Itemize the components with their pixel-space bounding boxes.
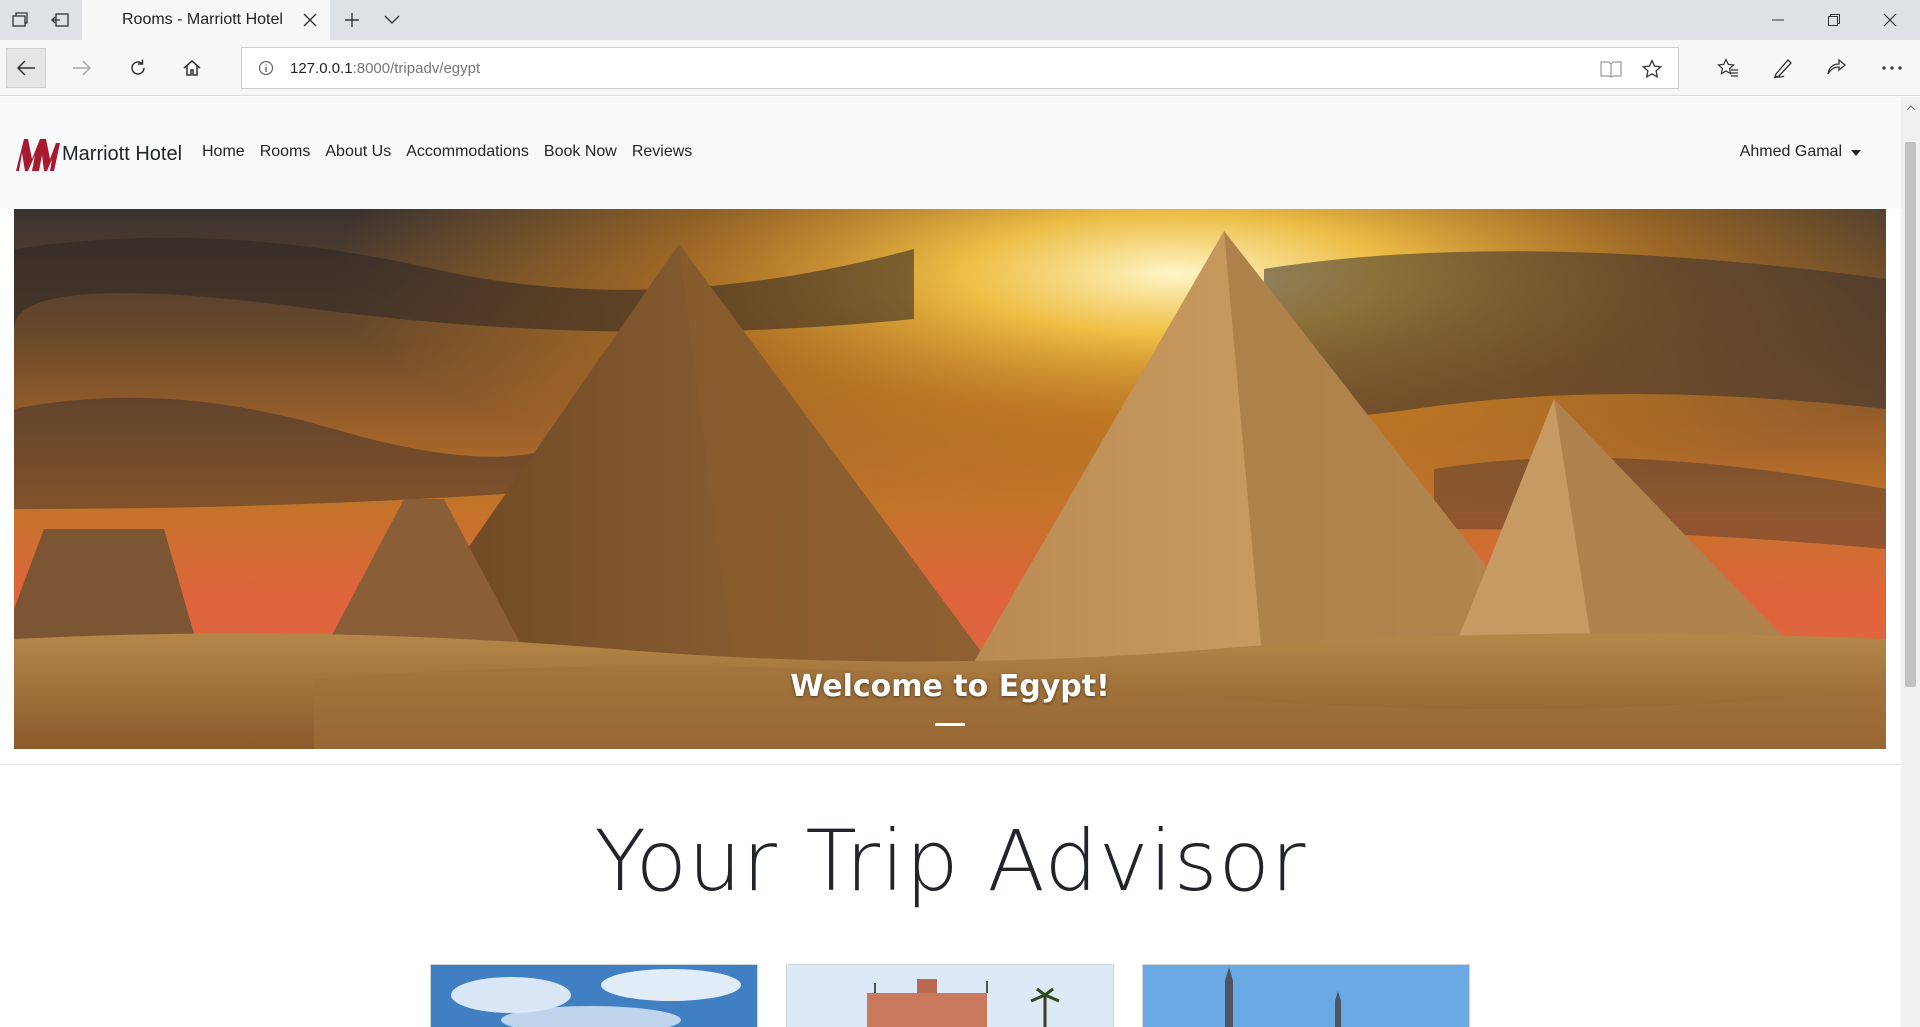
more-options-icon[interactable]	[1876, 52, 1908, 84]
nav-home[interactable]: Home	[202, 143, 245, 161]
main-menu: Home Rooms About Us Accommodations Book …	[202, 143, 707, 161]
trip-card-image	[1143, 965, 1469, 1027]
tab-set-aside-icon[interactable]	[8, 8, 32, 32]
active-tab[interactable]: Rooms - Marriott Hotel	[82, 0, 330, 40]
pyramids-image	[14, 209, 1886, 749]
trip-card-image	[431, 965, 757, 1027]
site-navbar: Marriott Hotel Home Rooms About Us Accom…	[0, 97, 1901, 209]
url-host: 127.0.0.1	[290, 60, 353, 77]
browser-toolbar: 127.0.0.1:8000/tripadv/egypt	[0, 40, 1920, 96]
hero-carousel[interactable]: Welcome to Egypt!	[14, 209, 1886, 749]
page-viewport: Marriott Hotel Home Rooms About Us Accom…	[0, 97, 1901, 1027]
brand-link[interactable]: Marriott Hotel	[14, 134, 182, 174]
favorites-icon[interactable]	[1712, 52, 1744, 84]
site-info-icon[interactable]	[256, 58, 276, 78]
close-window-icon[interactable]	[1862, 0, 1918, 40]
reading-view-icon[interactable]	[1599, 57, 1623, 81]
nav-about-us[interactable]: About Us	[325, 143, 391, 161]
trip-card-2[interactable]	[786, 964, 1114, 1027]
refresh-icon[interactable]	[118, 48, 158, 88]
favorite-star-icon[interactable]	[1640, 57, 1664, 81]
minimize-icon[interactable]	[1750, 0, 1806, 40]
home-icon[interactable]	[172, 48, 212, 88]
scroll-up-arrow-icon[interactable]	[1905, 103, 1916, 113]
marriott-logo-icon	[16, 139, 60, 171]
caret-down-icon	[1851, 150, 1861, 156]
trip-card-image	[787, 965, 1113, 1027]
trip-card-1[interactable]	[430, 964, 758, 1027]
restore-icon[interactable]	[1806, 0, 1862, 40]
tabs-aside-icon[interactable]	[48, 8, 72, 32]
trip-card-3[interactable]	[1142, 964, 1470, 1027]
section-title: Your Trip Advisor	[594, 812, 1307, 910]
tab-title: Rooms - Marriott Hotel	[122, 11, 283, 28]
browser-tab-strip: Rooms - Marriott Hotel	[0, 0, 1920, 40]
nav-reviews[interactable]: Reviews	[632, 143, 692, 161]
new-tab-icon[interactable]	[340, 8, 364, 32]
url-text: 127.0.0.1:8000/tripadv/egypt	[290, 60, 480, 77]
carousel-indicator[interactable]	[935, 723, 965, 726]
tab-preview-chevron-icon[interactable]	[380, 8, 404, 32]
brand-name: Marriott Hotel	[62, 142, 183, 165]
scroll-thumb[interactable]	[1905, 142, 1916, 687]
nav-book-now[interactable]: Book Now	[544, 143, 617, 161]
back-icon[interactable]	[6, 48, 46, 88]
address-bar[interactable]: 127.0.0.1:8000/tripadv/egypt	[241, 47, 1679, 89]
nav-accommodations[interactable]: Accommodations	[406, 143, 529, 161]
user-name: Ahmed Gamal	[1739, 143, 1842, 160]
hero-caption: Welcome to Egypt!	[790, 669, 1110, 704]
nav-rooms[interactable]: Rooms	[260, 143, 311, 161]
section-divider	[0, 764, 1901, 765]
notes-pen-icon[interactable]	[1767, 52, 1799, 84]
user-dropdown[interactable]: Ahmed Gamal	[1740, 143, 1861, 161]
forward-icon[interactable]	[62, 48, 102, 88]
close-tab-icon[interactable]	[300, 10, 320, 30]
vertical-scrollbar[interactable]	[1901, 97, 1920, 1027]
url-path: :8000/tripadv/egypt	[352, 60, 481, 77]
share-icon[interactable]	[1820, 52, 1852, 84]
